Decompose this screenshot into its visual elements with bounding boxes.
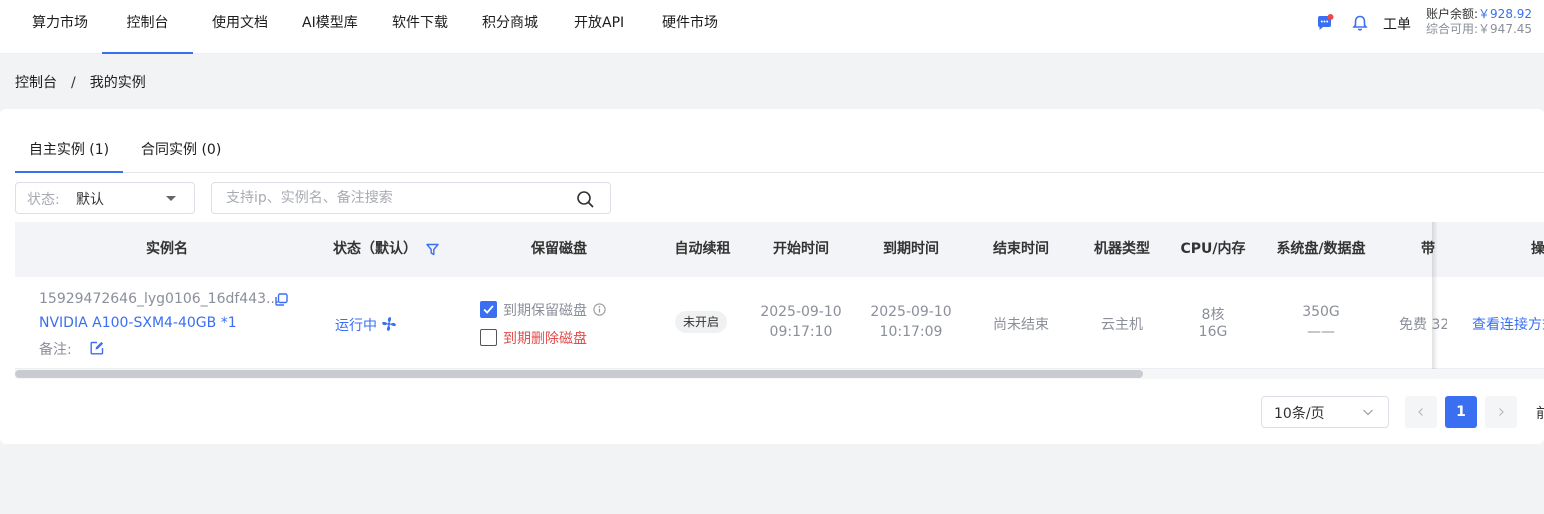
delete-disk-checkbox[interactable] bbox=[480, 329, 497, 346]
account-balance: 账户余额:￥928.92 综合可用:￥947.45 bbox=[1426, 7, 1532, 37]
breadcrumb-separator: / bbox=[71, 75, 76, 91]
col-cpu-memory: CPU/内存 bbox=[1180, 241, 1246, 257]
expire-time: 10:17:09 bbox=[879, 324, 943, 340]
nav-item-open-api[interactable]: 开放API bbox=[572, 0, 626, 54]
page-number-current[interactable]: 1 bbox=[1445, 396, 1477, 428]
fan-running-icon bbox=[382, 317, 396, 331]
search-box bbox=[211, 182, 611, 214]
memory: 16G bbox=[1198, 324, 1228, 340]
status-filter-value: 默认 bbox=[76, 192, 104, 208]
note-label: 备注: bbox=[39, 342, 72, 358]
col-keep-disk: 保留磁盘 bbox=[531, 241, 587, 257]
caret-down-icon bbox=[166, 196, 176, 201]
end-time: 尚未结束 bbox=[993, 317, 1049, 333]
nav-item-points-mall[interactable]: 积分商城 bbox=[480, 0, 540, 54]
tab-self-instances[interactable]: 自主实例 (1) bbox=[15, 133, 123, 173]
chevron-down-icon bbox=[1363, 409, 1373, 416]
expire-date: 2025-09-10 bbox=[870, 304, 952, 320]
breadcrumb: 控制台 / 我的实例 bbox=[15, 72, 146, 92]
nav-item-docs[interactable]: 使用文档 bbox=[210, 0, 270, 54]
top-navbar: 算力市场 控制台 使用文档 AI模型库 软件下载 积分商城 开放API 硬件市场… bbox=[0, 0, 1544, 54]
col-machine-type: 机器类型 bbox=[1094, 241, 1150, 257]
status-filter-label: 状态: bbox=[27, 192, 60, 208]
col-expire-time: 到期时间 bbox=[883, 241, 939, 257]
balance-label: 账户余额: bbox=[1426, 7, 1479, 21]
nav-item-software-download[interactable]: 软件下载 bbox=[390, 0, 450, 54]
data-disk: —— bbox=[1307, 324, 1335, 340]
auto-renew-badge: 未开启 bbox=[675, 311, 728, 333]
chevron-right-icon bbox=[1499, 408, 1504, 416]
col-instance-name: 实例名 bbox=[146, 241, 188, 257]
page-size-value: 10条/页 bbox=[1274, 406, 1325, 422]
instance-status: 运行中 bbox=[335, 318, 377, 334]
view-connection-link[interactable]: 查看连接方式 bbox=[1472, 314, 1544, 334]
search-input[interactable] bbox=[226, 188, 566, 208]
instance-id: 15929472646_lyg0106_16df443... bbox=[39, 291, 280, 307]
system-disk: 350G bbox=[1302, 304, 1340, 320]
breadcrumb-current: 我的实例 bbox=[89, 75, 146, 91]
horizontal-scrollbar-thumb[interactable] bbox=[15, 370, 1143, 378]
col-disks: 系统盘/数据盘 bbox=[1276, 241, 1366, 257]
instance-gpu-link[interactable]: NVIDIA A100-SXM4-40GB *1 bbox=[39, 315, 237, 331]
fixed-column-shadow bbox=[1432, 222, 1438, 369]
available-label: 综合可用: bbox=[1426, 22, 1479, 36]
tab-contract-instances[interactable]: 合同实例 (0) bbox=[141, 133, 221, 173]
bell-icon[interactable] bbox=[1351, 14, 1369, 32]
balance-value: ￥928.92 bbox=[1478, 7, 1533, 21]
message-icon[interactable] bbox=[1316, 14, 1334, 32]
checkmark-icon bbox=[483, 305, 494, 314]
cpu-cores: 8核 bbox=[1201, 307, 1225, 323]
ticket-link[interactable]: 工单 bbox=[1383, 14, 1411, 34]
col-end-time: 结束时间 bbox=[993, 241, 1049, 257]
col-status: 状态（默认） bbox=[333, 241, 417, 257]
table-row: 15929472646_lyg0106_16df443... NVIDIA A1… bbox=[15, 277, 1544, 369]
keep-disk-checkbox[interactable] bbox=[480, 301, 497, 318]
info-icon[interactable] bbox=[593, 303, 606, 316]
start-date: 2025-09-10 bbox=[760, 304, 842, 320]
chevron-left-icon bbox=[1418, 408, 1423, 416]
bandwidth: 免费 32 bbox=[1399, 317, 1447, 333]
col-start-time: 开始时间 bbox=[773, 241, 829, 257]
keep-disk-label: 到期保留磁盘 bbox=[503, 303, 587, 319]
filter-icon[interactable] bbox=[426, 243, 439, 256]
col-actions: 操 bbox=[1531, 241, 1544, 257]
search-icon[interactable] bbox=[576, 190, 594, 208]
delete-disk-label: 到期删除磁盘 bbox=[503, 331, 587, 347]
nav-item-compute-market[interactable]: 算力市场 bbox=[30, 0, 90, 54]
status-filter-select[interactable]: 状态: 默认 bbox=[15, 182, 195, 214]
page-size-select[interactable]: 10条/页 bbox=[1261, 396, 1389, 428]
machine-type: 云主机 bbox=[1101, 317, 1143, 333]
edit-icon[interactable] bbox=[90, 341, 104, 355]
table-header: 实例名 状态（默认） 保留磁盘 自动续租 开始时间 到期时间 结束时间 机器类型… bbox=[15, 222, 1544, 277]
start-time: 09:17:10 bbox=[769, 324, 833, 340]
breadcrumb-root[interactable]: 控制台 bbox=[15, 75, 57, 91]
available-value: ￥947.45 bbox=[1478, 22, 1533, 36]
nav-item-ai-models[interactable]: AI模型库 bbox=[300, 0, 360, 54]
instances-card: 自主实例 (1) 合同实例 (0) 状态: 默认 实例名 状态（默认） 保留磁盘… bbox=[0, 109, 1544, 444]
nav-item-console[interactable]: 控制台 bbox=[102, 0, 193, 54]
copy-icon[interactable] bbox=[275, 293, 288, 306]
nav-item-hardware-market[interactable]: 硬件市场 bbox=[660, 0, 720, 54]
goto-label: 前 bbox=[1536, 406, 1544, 422]
col-auto-renew: 自动续租 bbox=[674, 241, 731, 257]
instance-tabs: 自主实例 (1) 合同实例 (0) bbox=[15, 133, 1544, 173]
next-page-button[interactable] bbox=[1485, 396, 1517, 428]
prev-page-button[interactable] bbox=[1405, 396, 1437, 428]
